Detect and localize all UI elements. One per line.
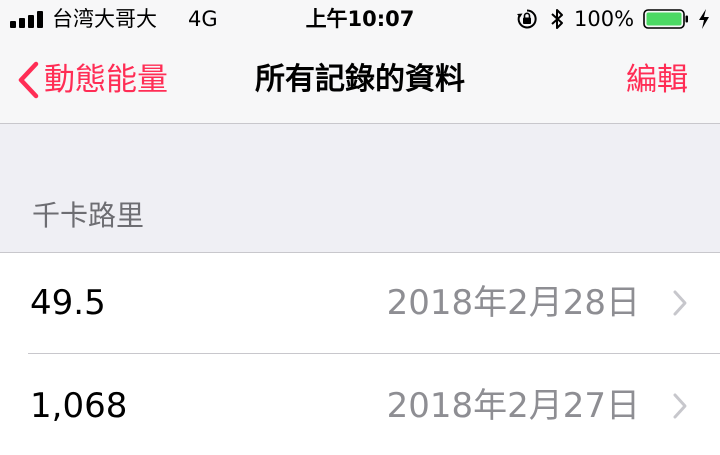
bluetooth-icon	[551, 9, 563, 29]
orientation-lock-icon	[517, 9, 537, 29]
record-date: 2018年2月28日	[386, 283, 640, 323]
battery-icon	[643, 9, 688, 29]
charging-icon	[699, 9, 709, 29]
page-title: 所有記錄的資料	[255, 62, 465, 97]
section-header: 千卡路里	[32, 199, 145, 232]
edit-button[interactable]: 編輯	[626, 58, 688, 102]
chevron-right-icon	[673, 290, 687, 316]
top-bar-area: 台湾大哥大 4G 上午10:07 100% 動態能量 所有記錄的資料 編輯	[0, 0, 720, 124]
chevron-right-icon	[673, 393, 687, 419]
battery-percentage: 100%	[574, 7, 635, 31]
table-row[interactable]: 1,068 2018年2月27日	[28, 353, 720, 454]
record-value: 1,068	[30, 386, 128, 426]
table-row[interactable]: 49.5 2018年2月28日	[0, 253, 720, 353]
status-bar: 台湾大哥大 4G 上午10:07 100%	[0, 0, 720, 40]
records-list: 49.5 2018年2月28日 1,068 2018年2月27日	[0, 252, 720, 455]
record-value: 49.5	[30, 283, 106, 323]
record-date: 2018年2月27日	[386, 386, 640, 426]
